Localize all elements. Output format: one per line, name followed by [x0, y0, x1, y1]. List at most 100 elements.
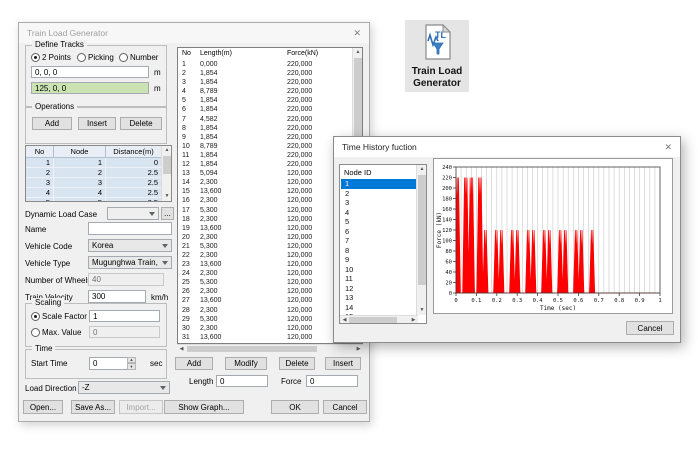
scrollbar-thumb[interactable] [187, 346, 317, 352]
wheel-list-row[interactable]: 21,854220,000 [178, 69, 352, 78]
track-table-row[interactable]: 332.5 [26, 178, 171, 188]
wheel-list-row[interactable]: 135,094120,000 [178, 169, 352, 178]
cancel-button[interactable]: Cancel [323, 400, 367, 414]
track-delete-button[interactable]: Delete [120, 117, 162, 130]
radio-picking[interactable] [77, 53, 86, 62]
scroll-up-icon[interactable]: ▲ [162, 146, 172, 155]
track-insert-button[interactable]: Insert [78, 117, 116, 130]
wheel-list-row[interactable]: 1513,600120,000 [178, 187, 352, 196]
node-id-item[interactable]: 6 [341, 227, 416, 237]
node-id-item[interactable]: 7 [341, 236, 416, 246]
wheel-list-row[interactable]: 295,300120,000 [178, 315, 352, 324]
ok-button[interactable]: OK [271, 400, 319, 414]
node-id-item[interactable]: 4 [341, 208, 416, 218]
scroll-left-icon[interactable]: ◀ [177, 345, 186, 353]
wheel-list-row[interactable]: 121,854220,000 [178, 160, 352, 169]
close-icon[interactable]: ✕ [664, 143, 672, 152]
wheel-list-row[interactable]: 262,300120,000 [178, 287, 352, 296]
wheel-delete-button[interactable]: Delete [279, 357, 315, 370]
dynamic-load-case-more-button[interactable]: ... [161, 207, 174, 220]
wheel-list-row[interactable]: 242,300120,000 [178, 269, 352, 278]
scroll-right-icon[interactable]: ▶ [409, 316, 418, 324]
wheel-list-row[interactable]: 81,854220,000 [178, 124, 352, 133]
node-id-item[interactable]: 10 [341, 265, 416, 275]
wheel-list-row[interactable]: 61,854220,000 [178, 105, 352, 114]
node-id-item[interactable]: 13 [341, 293, 416, 303]
wheel-list-hscrollbar[interactable]: ◀ ▶ [177, 344, 363, 352]
node-id-item[interactable]: 12 [341, 284, 416, 294]
train-velocity-input[interactable] [88, 290, 146, 303]
node-list-vscrollbar[interactable]: ▲ ▼ [416, 165, 426, 315]
desktop-icon-train-load-generator[interactable]: TL Train Load Generator [405, 20, 469, 92]
wheel-list-row[interactable]: 222,300120,000 [178, 251, 352, 260]
wheel-list-row[interactable]: 142,300120,000 [178, 178, 352, 187]
wheel-list-row[interactable]: 108,789220,000 [178, 142, 352, 151]
vehicle-code-select[interactable]: Korea [88, 239, 172, 252]
radio-scale-factor[interactable] [31, 312, 40, 321]
wheel-list-row[interactable]: 51,854220,000 [178, 96, 352, 105]
scroll-left-icon[interactable]: ◀ [340, 316, 349, 324]
wheel-list-row[interactable]: 74,582220,000 [178, 115, 352, 124]
wheel-list-row[interactable]: 302,300120,000 [178, 324, 352, 333]
scroll-right-icon[interactable]: ▶ [354, 345, 363, 353]
start-time-stepper[interactable]: ▲ ▼ [127, 357, 136, 370]
node-id-item[interactable]: 1 [341, 179, 416, 189]
wheel-list-row[interactable]: 48,789220,000 [178, 87, 352, 96]
wheel-list-row[interactable]: 91,854220,000 [178, 133, 352, 142]
track-table-row[interactable]: 442.5 [26, 188, 171, 198]
scroll-down-icon[interactable]: ▼ [162, 192, 172, 201]
wheel-list-row[interactable]: 202,300120,000 [178, 233, 352, 242]
track-table-scrollbar[interactable]: ▲ ▼ [161, 146, 171, 201]
wheel-list-row[interactable]: 255,300120,000 [178, 278, 352, 287]
wheel-list-row[interactable]: 31,854220,000 [178, 78, 352, 87]
node-id-item[interactable]: 8 [341, 246, 416, 256]
track-point1-input[interactable] [31, 66, 149, 78]
open-button[interactable]: Open... [23, 400, 63, 414]
vehicle-type-select[interactable]: Mugunghwa Train, 2 [88, 256, 172, 269]
wheel-list-row[interactable]: 111,854220,000 [178, 151, 352, 160]
wheel-list-row[interactable]: 2313,600120,000 [178, 260, 352, 269]
wheel-list-row[interactable]: 3113,600120,000 [178, 333, 352, 342]
radio-2-points[interactable] [31, 53, 40, 62]
close-icon[interactable]: ✕ [353, 29, 361, 38]
wheel-list-row[interactable]: 162,300120,000 [178, 196, 352, 205]
node-id-item[interactable]: 2 [341, 189, 416, 199]
node-list-hscrollbar[interactable]: ◀ ▶ [340, 315, 418, 323]
wheel-modify-button[interactable]: Modify [225, 357, 267, 370]
spin-down-icon[interactable]: ▼ [127, 363, 136, 370]
dynamic-load-case-select[interactable] [107, 207, 159, 220]
wheel-list-row[interactable]: 1913,600120,000 [178, 224, 352, 233]
wheel-insert-button[interactable]: Insert [325, 357, 361, 370]
wheel-list-row[interactable]: 10,000220,000 [178, 60, 352, 69]
name-input[interactable] [88, 222, 172, 235]
radio-max-value[interactable] [31, 328, 40, 337]
node-id-item[interactable]: 11 [341, 274, 416, 284]
scrollbar-thumb[interactable] [418, 175, 426, 285]
force-input[interactable] [306, 375, 358, 387]
node-id-item[interactable]: 3 [341, 198, 416, 208]
length-input[interactable] [216, 375, 268, 387]
scrollbar-thumb[interactable] [349, 317, 397, 323]
wheel-list-row[interactable]: 2713,600120,000 [178, 296, 352, 305]
wheel-list-row[interactable]: 182,300120,000 [178, 215, 352, 224]
track-point2-input[interactable] [31, 82, 149, 94]
load-direction-select[interactable]: -Z [78, 381, 170, 394]
radio-number[interactable] [119, 53, 128, 62]
wheel-add-button[interactable]: Add [175, 357, 213, 370]
node-id-item[interactable]: 14 [341, 303, 416, 313]
time-history-cancel-button[interactable]: Cancel [626, 321, 674, 335]
scroll-down-icon[interactable]: ▼ [417, 306, 427, 315]
wheel-list-row[interactable]: 282,300120,000 [178, 306, 352, 315]
wheel-list-row[interactable]: 215,300120,000 [178, 242, 352, 251]
show-graph-button[interactable]: Show Graph... [164, 400, 244, 414]
scrollbar-thumb[interactable] [163, 156, 171, 174]
node-id-item[interactable]: 9 [341, 255, 416, 265]
track-table-row[interactable]: 110 [26, 158, 171, 168]
node-id-item[interactable]: 5 [341, 217, 416, 227]
track-add-button[interactable]: Add [32, 117, 72, 130]
scale-factor-input[interactable] [89, 310, 160, 322]
wheel-list-row[interactable]: 322,300120,000 [178, 342, 352, 343]
wheel-list-row[interactable]: 175,300120,000 [178, 206, 352, 215]
scroll-up-icon[interactable]: ▲ [353, 48, 363, 57]
scroll-up-icon[interactable]: ▲ [417, 165, 427, 174]
